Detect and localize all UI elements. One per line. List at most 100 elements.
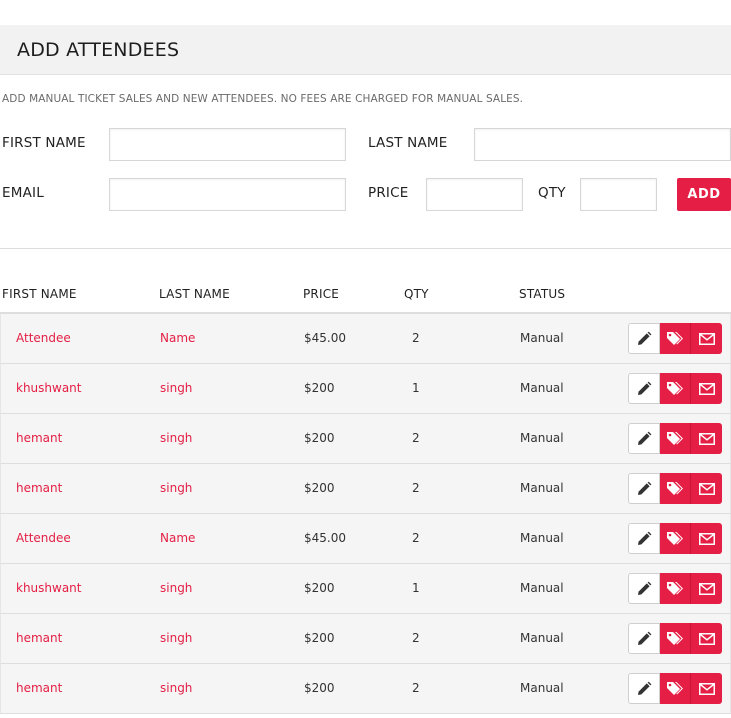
row-actions bbox=[628, 673, 722, 704]
column-header-first-name: FIRST NAME bbox=[2, 287, 77, 301]
attendee-price: $45.00 bbox=[304, 331, 346, 345]
attendee-last-name[interactable]: singh bbox=[160, 631, 192, 645]
envelope-icon bbox=[698, 532, 715, 545]
email-button[interactable] bbox=[691, 623, 722, 654]
attendee-status: Manual bbox=[520, 481, 564, 495]
attendee-last-name[interactable]: singh bbox=[160, 681, 192, 695]
tag-button[interactable] bbox=[660, 523, 691, 554]
tag-button[interactable] bbox=[660, 423, 691, 454]
envelope-icon bbox=[698, 582, 715, 595]
last-name-input[interactable] bbox=[474, 128, 731, 161]
price-input[interactable] bbox=[426, 178, 523, 211]
attendee-last-name[interactable]: Name bbox=[160, 331, 195, 345]
pencil-icon bbox=[638, 331, 652, 345]
email-input[interactable] bbox=[109, 178, 346, 211]
tag-button[interactable] bbox=[660, 623, 691, 654]
edit-button[interactable] bbox=[628, 423, 660, 454]
edit-button[interactable] bbox=[628, 373, 660, 404]
email-button[interactable] bbox=[691, 323, 722, 354]
price-label: PRICE bbox=[368, 185, 409, 201]
edit-button[interactable] bbox=[628, 573, 660, 604]
attendee-first-name[interactable]: hemant bbox=[16, 431, 62, 445]
attendee-last-name[interactable]: singh bbox=[160, 581, 192, 595]
table-row: Attendee Name $45.00 2 Manual bbox=[0, 514, 731, 564]
row-actions bbox=[628, 323, 722, 354]
email-button[interactable] bbox=[691, 673, 722, 704]
section-divider bbox=[0, 248, 731, 249]
first-name-label: FIRST NAME bbox=[2, 135, 86, 151]
tag-button[interactable] bbox=[660, 323, 691, 354]
attendee-status: Manual bbox=[520, 331, 564, 345]
attendee-status: Manual bbox=[520, 631, 564, 645]
attendee-price: $45.00 bbox=[304, 531, 346, 545]
attendee-last-name[interactable]: Name bbox=[160, 531, 195, 545]
envelope-icon bbox=[698, 432, 715, 445]
attendee-qty: 2 bbox=[412, 431, 420, 445]
add-button[interactable]: ADD bbox=[677, 178, 731, 211]
tag-button[interactable] bbox=[660, 573, 691, 604]
tag-button[interactable] bbox=[660, 473, 691, 504]
edit-button[interactable] bbox=[628, 473, 660, 504]
attendee-last-name[interactable]: singh bbox=[160, 481, 192, 495]
attendee-status: Manual bbox=[520, 381, 564, 395]
table-row: hemant singh $200 2 Manual bbox=[0, 414, 731, 464]
attendee-first-name[interactable]: Attendee bbox=[16, 331, 71, 345]
section-header: ADD ATTENDEES bbox=[0, 25, 731, 75]
attendee-status: Manual bbox=[520, 431, 564, 445]
attendee-first-name[interactable]: khushwant bbox=[16, 381, 82, 395]
attendee-qty: 2 bbox=[412, 681, 420, 695]
row-actions bbox=[628, 373, 722, 404]
tag-icon bbox=[667, 331, 683, 345]
email-button[interactable] bbox=[691, 473, 722, 504]
table-row: hemant singh $200 2 Manual bbox=[0, 614, 731, 664]
column-header-last-name: LAST NAME bbox=[159, 287, 230, 301]
pencil-icon bbox=[638, 531, 652, 545]
edit-button[interactable] bbox=[628, 523, 660, 554]
attendee-price: $200 bbox=[304, 581, 335, 595]
attendee-first-name[interactable]: hemant bbox=[16, 481, 62, 495]
page-title: ADD ATTENDEES bbox=[17, 39, 180, 61]
attendee-last-name[interactable]: singh bbox=[160, 431, 192, 445]
attendee-price: $200 bbox=[304, 481, 335, 495]
table-row: khushwant singh $200 1 Manual bbox=[0, 364, 731, 414]
attendee-first-name[interactable]: hemant bbox=[16, 681, 62, 695]
row-actions bbox=[628, 523, 722, 554]
attendee-first-name[interactable]: hemant bbox=[16, 631, 62, 645]
attendee-qty: 2 bbox=[412, 331, 420, 345]
attendee-qty: 2 bbox=[412, 631, 420, 645]
tag-button[interactable] bbox=[660, 373, 691, 404]
attendee-first-name[interactable]: Attendee bbox=[16, 531, 71, 545]
email-button[interactable] bbox=[691, 573, 722, 604]
edit-button[interactable] bbox=[628, 323, 660, 354]
attendee-qty: 1 bbox=[412, 581, 420, 595]
attendee-price: $200 bbox=[304, 681, 335, 695]
row-actions bbox=[628, 623, 722, 654]
attendee-last-name[interactable]: singh bbox=[160, 381, 192, 395]
attendee-first-name[interactable]: khushwant bbox=[16, 581, 82, 595]
edit-button[interactable] bbox=[628, 623, 660, 654]
tag-icon bbox=[667, 631, 683, 645]
pencil-icon bbox=[638, 481, 652, 495]
email-label: EMAIL bbox=[2, 185, 44, 201]
last-name-label: LAST NAME bbox=[368, 135, 448, 151]
first-name-input[interactable] bbox=[109, 128, 346, 161]
email-button[interactable] bbox=[691, 423, 722, 454]
tag-icon bbox=[667, 681, 683, 695]
email-button[interactable] bbox=[691, 373, 722, 404]
column-header-status: STATUS bbox=[519, 287, 566, 301]
pencil-icon bbox=[638, 431, 652, 445]
row-actions bbox=[628, 573, 722, 604]
attendee-status: Manual bbox=[520, 531, 564, 545]
tag-button[interactable] bbox=[660, 673, 691, 704]
email-button[interactable] bbox=[691, 523, 722, 554]
attendee-table-body: Attendee Name $45.00 2 Manual khushwant … bbox=[0, 314, 731, 714]
edit-button[interactable] bbox=[628, 673, 660, 704]
attendee-price: $200 bbox=[304, 631, 335, 645]
row-actions bbox=[628, 473, 722, 504]
attendee-status: Manual bbox=[520, 581, 564, 595]
qty-input[interactable] bbox=[580, 178, 657, 211]
tag-icon bbox=[667, 531, 683, 545]
tag-icon bbox=[667, 381, 683, 395]
table-row: hemant singh $200 2 Manual bbox=[0, 464, 731, 514]
attendee-qty: 2 bbox=[412, 531, 420, 545]
